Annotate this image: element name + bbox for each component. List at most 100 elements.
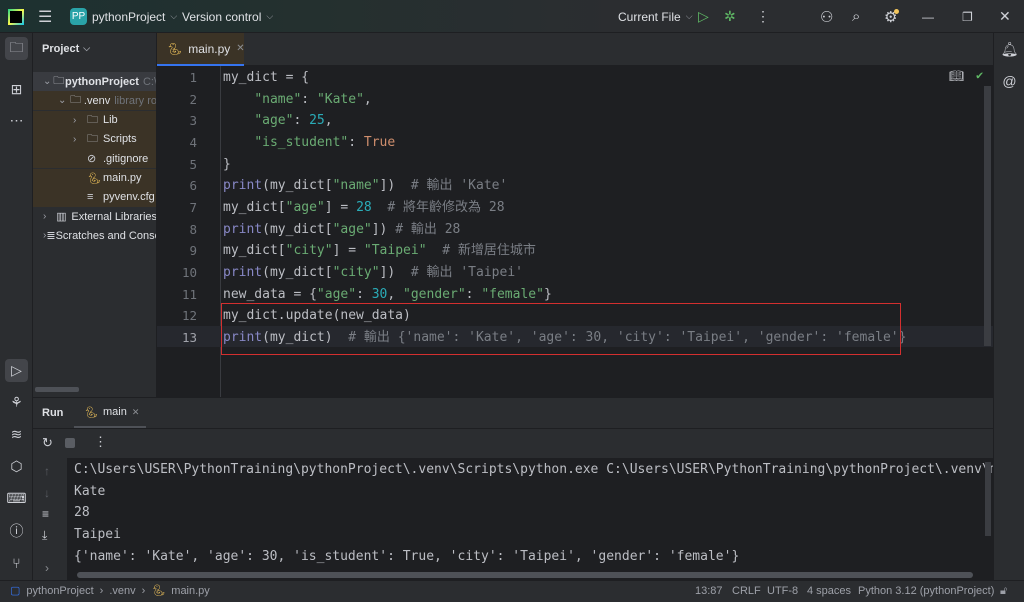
console-horizontal-scrollbar[interactable] bbox=[77, 572, 973, 578]
code-token: , bbox=[324, 113, 333, 129]
run-panel-title: Run bbox=[42, 407, 64, 419]
breadcrumb-item[interactable]: .venv bbox=[109, 581, 135, 602]
python-console-icon[interactable]: ⚘ bbox=[5, 391, 28, 414]
scratches-icon: ≣ bbox=[46, 230, 56, 243]
expand-arrow-icon[interactable]: › bbox=[73, 134, 87, 145]
close-run-tab-icon[interactable]: ✕ bbox=[132, 407, 140, 418]
notifications-icon[interactable]: 🔔︎ bbox=[998, 38, 1021, 61]
console-line: 28 bbox=[74, 505, 90, 521]
python-file-icon: 🐍︎ bbox=[87, 172, 101, 185]
vertical-scrollbar[interactable] bbox=[984, 86, 991, 346]
code-line[interactable]: print(my_dict["city"]) # 輸出 'Taipei' bbox=[223, 262, 523, 283]
code-token: "name" bbox=[332, 178, 380, 194]
python-file-icon: 🐍︎ bbox=[167, 41, 183, 56]
services-icon[interactable]: ⬡ bbox=[5, 455, 28, 478]
terminal-icon[interactable]: ⌨ bbox=[5, 487, 28, 510]
code-line[interactable]: print(my_dict["age"]) # 輸出 28 bbox=[223, 219, 460, 240]
tree-item[interactable]: ⌄ 🗀 pythonProject C:\ bbox=[33, 72, 156, 91]
file-encoding[interactable]: UTF-8 bbox=[767, 581, 798, 602]
tree-item[interactable]: ⌄ 🗀 .venv library ro bbox=[33, 91, 156, 111]
close-window-icon[interactable]: ✕ bbox=[999, 0, 1011, 33]
chevron-down-icon: ⌵ bbox=[685, 11, 693, 21]
tree-item[interactable]: 🐍︎ main.py bbox=[33, 168, 156, 188]
code-token: "Kate" bbox=[316, 91, 364, 107]
run-icon[interactable]: ▷ bbox=[698, 0, 709, 33]
run-tool-icon[interactable]: ▷ bbox=[5, 359, 28, 382]
scroll-down-icon[interactable]: ↓ bbox=[44, 486, 50, 500]
code-line[interactable]: my_dict = { bbox=[223, 67, 309, 88]
code-line[interactable]: my_dict["age"] = 28 # 將年齡修改為 28 bbox=[223, 197, 505, 218]
project-tool-icon[interactable]: 🗀 bbox=[5, 37, 28, 60]
main-menu-icon[interactable]: ☰ bbox=[38, 0, 52, 33]
tree-item[interactable]: › ▥ External Libraries bbox=[33, 207, 157, 226]
run-tab-main[interactable]: 🐍︎ main ✕ bbox=[74, 398, 146, 428]
layers-icon[interactable]: ≋ bbox=[5, 423, 28, 446]
project-selector[interactable]: PP pythonProject ⌵ bbox=[70, 0, 177, 33]
scroll-to-end-icon[interactable]: ⤓ bbox=[42, 528, 47, 543]
lock-icon[interactable]: 🔓︎ bbox=[1000, 581, 1007, 602]
breadcrumb-item[interactable]: main.py bbox=[171, 581, 210, 602]
inspection-ok-icon[interactable]: ✔ bbox=[976, 68, 983, 82]
add-user-icon[interactable]: ⚇ bbox=[820, 0, 833, 33]
code-line[interactable]: "is_student": True bbox=[223, 132, 395, 153]
breadcrumb-item[interactable]: pythonProject bbox=[26, 581, 93, 602]
rerun-icon[interactable]: ↻ bbox=[42, 435, 53, 451]
settings-icon[interactable]: ⚙ bbox=[884, 0, 900, 33]
expand-arrow-icon[interactable]: ⌄ bbox=[43, 76, 53, 87]
project-panel-header[interactable]: Project ⌵ bbox=[42, 43, 90, 55]
console-vertical-scrollbar[interactable] bbox=[985, 462, 991, 536]
code-line[interactable]: } bbox=[223, 154, 231, 175]
ai-assistant-icon[interactable]: @ bbox=[998, 69, 1021, 92]
stop-icon[interactable] bbox=[65, 438, 75, 448]
more-tools-icon[interactable]: ⋯ bbox=[5, 109, 28, 132]
horizontal-scrollbar[interactable] bbox=[35, 387, 79, 392]
code-line[interactable]: "age": 25, bbox=[223, 110, 333, 131]
tree-item[interactable]: › 🗀 Lib bbox=[33, 110, 156, 130]
console-output[interactable]: C:\Users\USER\PythonTraining\pythonProje… bbox=[67, 458, 993, 581]
chevron-down-icon: ⌵ bbox=[83, 43, 91, 53]
tree-item[interactable]: ⊘ .gitignore bbox=[33, 149, 156, 169]
restore-icon[interactable]: ❐ bbox=[962, 0, 973, 33]
code-line[interactable]: "name": "Kate", bbox=[223, 89, 371, 110]
run-config-selector[interactable]: Current File ⌵ bbox=[618, 0, 693, 33]
tree-item[interactable]: › 🗀 Scripts bbox=[33, 129, 156, 149]
line-number: 9 bbox=[189, 243, 197, 259]
vcs-selector[interactable]: Version control ⌵ bbox=[182, 0, 273, 33]
minimize-icon[interactable]: — bbox=[922, 0, 934, 33]
tree-item-label: External Libraries bbox=[71, 210, 157, 223]
problems-icon[interactable]: ⓘ bbox=[5, 519, 28, 542]
code-token: } bbox=[543, 286, 552, 302]
code-token: # 輸出 'Kate' bbox=[410, 178, 508, 194]
chevron-right-icon: › bbox=[99, 585, 104, 597]
more-icon[interactable]: ⋮ bbox=[756, 0, 770, 33]
close-tab-icon[interactable]: ✕ bbox=[236, 43, 244, 54]
tree-item[interactable]: ≡ pyvenv.cfg bbox=[33, 187, 156, 207]
expand-icon[interactable]: › bbox=[45, 561, 49, 575]
pycharm-logo-icon bbox=[8, 0, 24, 33]
soft-wrap-icon[interactable]: ≡ bbox=[42, 507, 49, 521]
vcs-label: Version control bbox=[182, 9, 262, 24]
code-line[interactable]: print(my_dict["name"]) # 輸出 'Kate' bbox=[223, 175, 507, 196]
scroll-up-icon[interactable]: ↑ bbox=[44, 464, 50, 478]
python-interpreter[interactable]: Python 3.12 (pythonProject) bbox=[858, 581, 994, 602]
more-options-icon[interactable]: ⋮ bbox=[94, 434, 107, 450]
structure-tool-icon[interactable]: ⊞ bbox=[5, 78, 28, 101]
code-token: ]) bbox=[379, 265, 411, 281]
indent-setting[interactable]: 4 spaces bbox=[807, 581, 851, 602]
reader-mode-icon[interactable]: 📖︎ bbox=[949, 69, 964, 83]
expand-arrow-icon[interactable]: ⌄ bbox=[58, 95, 70, 106]
code-token: new_data = { bbox=[223, 286, 317, 302]
code-line[interactable]: new_data = {"age": 30, "gender": "female… bbox=[223, 284, 552, 305]
search-icon[interactable]: ⌕ bbox=[852, 0, 860, 33]
git-icon[interactable]: ⑂ bbox=[5, 551, 28, 574]
code-line[interactable]: my_dict["city"] = "Taipei" # 新增居住城市 bbox=[223, 240, 536, 261]
expand-arrow-icon[interactable]: › bbox=[43, 211, 56, 222]
run-tab-label: main bbox=[102, 406, 127, 418]
line-separator[interactable]: CRLF bbox=[732, 581, 761, 602]
tree-item[interactable]: ›≣Scratches and Consoles bbox=[33, 226, 156, 245]
tab-main-py[interactable]: 🐍︎ main.py ✕ bbox=[157, 33, 245, 66]
code-editor[interactable]: 1 my_dict = {2 "name": "Kate", 3 "age": 25… bbox=[157, 66, 993, 397]
debug-icon[interactable]: ✲ bbox=[724, 0, 736, 33]
caret-position[interactable]: 13:87 bbox=[695, 581, 723, 602]
expand-arrow-icon[interactable]: › bbox=[73, 115, 87, 126]
